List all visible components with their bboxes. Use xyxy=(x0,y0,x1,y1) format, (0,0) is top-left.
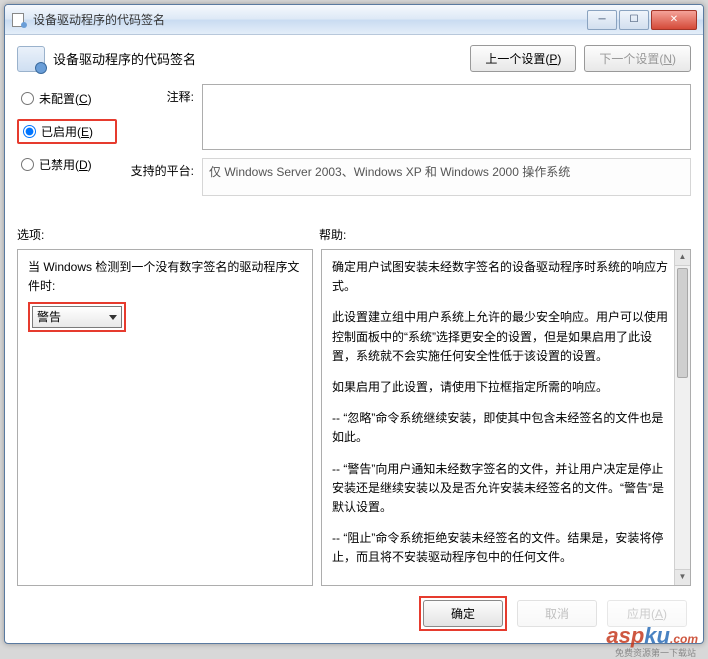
previous-setting-button[interactable]: 上一个设置(P) xyxy=(470,45,576,72)
radio-column: 未配置(C) 已启用(E) 已禁用(D) xyxy=(17,84,117,204)
platform-row: 支持的平台: 仅 Windows Server 2003、Windows XP … xyxy=(127,158,691,196)
annotation-label: 注释: xyxy=(127,84,202,105)
config-area: 未配置(C) 已启用(E) 已禁用(D) 注释: 支持的平台: xyxy=(17,84,691,204)
dialog-title: 设备驱动程序的代码签名 xyxy=(53,49,470,68)
scroll-down-icon[interactable]: ▼ xyxy=(675,569,690,585)
signing-action-combobox[interactable]: 警告 xyxy=(32,306,122,328)
combo-value: 警告 xyxy=(37,308,61,327)
options-prompt: 当 Windows 检测到一个没有数字签名的驱动程序文件时: xyxy=(28,258,302,296)
scrollbar-thumb[interactable] xyxy=(677,268,688,378)
radio-enabled[interactable]: 已启用(E) xyxy=(17,119,117,144)
platform-label: 支持的平台: xyxy=(127,158,202,179)
help-section-label: 帮助: xyxy=(319,226,691,243)
minimize-button[interactable]: ─ xyxy=(587,10,617,30)
help-p6: -- “阻止”命令系统拒绝安装未经签名的文件。结果是，安装将停止，而且将不安装驱… xyxy=(332,529,674,567)
dialog-content: 设备驱动程序的代码签名 上一个设置(P) 下一个设置(N) 未配置(C) 已启用… xyxy=(5,35,703,643)
help-p2: 此设置建立组中用户系统上允许的最少安全响应。用户可以使用控制面板中的“系统”选择… xyxy=(332,308,674,366)
ok-highlight: 确定 xyxy=(419,596,507,631)
main-panels: 当 Windows 检测到一个没有数字签名的驱动程序文件时: 警告 确定用户试图… xyxy=(17,249,691,586)
app-icon xyxy=(11,12,27,28)
options-panel: 当 Windows 检测到一个没有数字签名的驱动程序文件时: 警告 xyxy=(17,249,313,586)
help-scrollbar[interactable]: ▲ ▼ xyxy=(674,250,690,585)
radio-not-configured-input[interactable] xyxy=(21,92,34,105)
cancel-button[interactable]: 取消 xyxy=(517,600,597,627)
chevron-down-icon xyxy=(109,315,117,320)
scroll-up-icon[interactable]: ▲ xyxy=(675,250,690,266)
annotation-textarea[interactable] xyxy=(202,84,691,150)
next-setting-button[interactable]: 下一个设置(N) xyxy=(584,45,691,72)
radio-not-configured[interactable]: 未配置(C) xyxy=(17,88,117,109)
help-panel: 确定用户试图安装未经数字签名的设备驱动程序时系统的响应方式。 此设置建立组中用户… xyxy=(321,249,691,586)
help-p5: -- “警告”向用户通知未经数字签名的文件，并让用户决定是停止安装还是继续安装以… xyxy=(332,460,674,518)
maximize-button[interactable]: ☐ xyxy=(619,10,649,30)
radio-disabled-input[interactable] xyxy=(21,158,34,171)
help-p4: -- “忽略”命令系统继续安装，即使其中包含未经签名的文件也是如此。 xyxy=(332,409,674,447)
ok-button[interactable]: 确定 xyxy=(423,600,503,627)
window-title: 设备驱动程序的代码签名 xyxy=(33,11,587,28)
options-section-label: 选项: xyxy=(17,226,319,243)
help-p3: 如果启用了此设置，请使用下拉框指定所需的响应。 xyxy=(332,378,674,397)
annotation-row: 注释: xyxy=(127,84,691,150)
radio-not-configured-label: 未配置(C) xyxy=(39,90,92,107)
dialog-window: 设备驱动程序的代码签名 ─ ☐ ✕ 设备驱动程序的代码签名 上一个设置(P) 下… xyxy=(4,4,704,644)
annotation-column: 注释: 支持的平台: 仅 Windows Server 2003、Windows… xyxy=(127,84,691,204)
nav-buttons: 上一个设置(P) 下一个设置(N) xyxy=(470,45,691,72)
help-text: 确定用户试图安装未经数字签名的设备驱动程序时系统的响应方式。 此设置建立组中用户… xyxy=(332,258,680,567)
combo-highlight: 警告 xyxy=(28,302,126,332)
platform-value: 仅 Windows Server 2003、Windows XP 和 Windo… xyxy=(202,158,691,196)
radio-enabled-label: 已启用(E) xyxy=(41,123,93,140)
help-p1: 确定用户试图安装未经数字签名的设备驱动程序时系统的响应方式。 xyxy=(332,258,674,296)
close-button[interactable]: ✕ xyxy=(651,10,697,30)
header-row: 设备驱动程序的代码签名 上一个设置(P) 下一个设置(N) xyxy=(17,45,691,72)
radio-disabled-label: 已禁用(D) xyxy=(39,156,92,173)
radio-disabled[interactable]: 已禁用(D) xyxy=(17,154,117,175)
section-labels: 选项: 帮助: xyxy=(17,226,691,243)
policy-icon xyxy=(17,46,45,72)
window-controls: ─ ☐ ✕ xyxy=(587,10,697,30)
radio-enabled-input[interactable] xyxy=(23,125,36,138)
apply-button[interactable]: 应用(A) xyxy=(607,600,687,627)
watermark-subtitle: 免费资源第一下载站 xyxy=(615,646,696,659)
titlebar[interactable]: 设备驱动程序的代码签名 ─ ☐ ✕ xyxy=(5,5,703,35)
dialog-footer: 确定 取消 应用(A) xyxy=(17,586,691,633)
